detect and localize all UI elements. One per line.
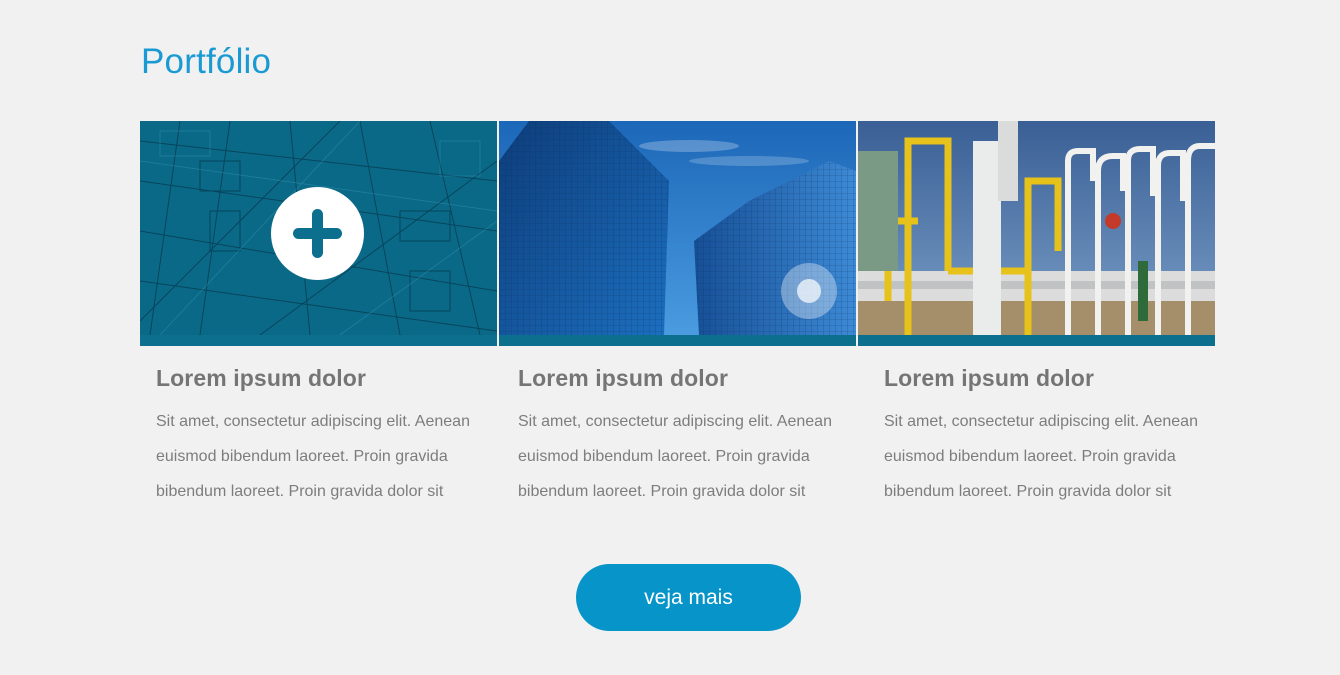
portfolio-card-2-image[interactable]: [499, 121, 856, 346]
card-description: Sit amet, consectetur adipiscing elit. A…: [518, 413, 832, 500]
portfolio-card-2: Lorem ipsum dolor Sit amet, consectetur …: [518, 365, 858, 509]
portfolio-card-3: Lorem ipsum dolor Sit amet, consectetur …: [884, 365, 1224, 509]
portfolio-grid: [140, 121, 1215, 346]
card-title[interactable]: Lorem ipsum dolor: [156, 365, 496, 392]
card-accent-bar: [140, 335, 497, 346]
card-accent-bar: [499, 335, 856, 346]
portfolio-card-1: Lorem ipsum dolor Sit amet, consectetur …: [156, 365, 496, 509]
skyscraper-image: [499, 121, 856, 335]
plus-icon[interactable]: [271, 187, 364, 280]
card-description: Sit amet, consectetur adipiscing elit. A…: [884, 413, 1198, 500]
page-title: Portfólio: [141, 42, 272, 81]
veja-mais-button[interactable]: veja mais: [576, 564, 801, 631]
portfolio-card-1-image[interactable]: [140, 121, 497, 346]
card-description: Sit amet, consectetur adipiscing elit. A…: [156, 413, 470, 500]
card-title[interactable]: Lorem ipsum dolor: [884, 365, 1224, 392]
portfolio-card-3-image[interactable]: [858, 121, 1215, 346]
card-accent-bar: [858, 335, 1215, 346]
industrial-pipes-image: [858, 121, 1215, 335]
card-title[interactable]: Lorem ipsum dolor: [518, 365, 858, 392]
